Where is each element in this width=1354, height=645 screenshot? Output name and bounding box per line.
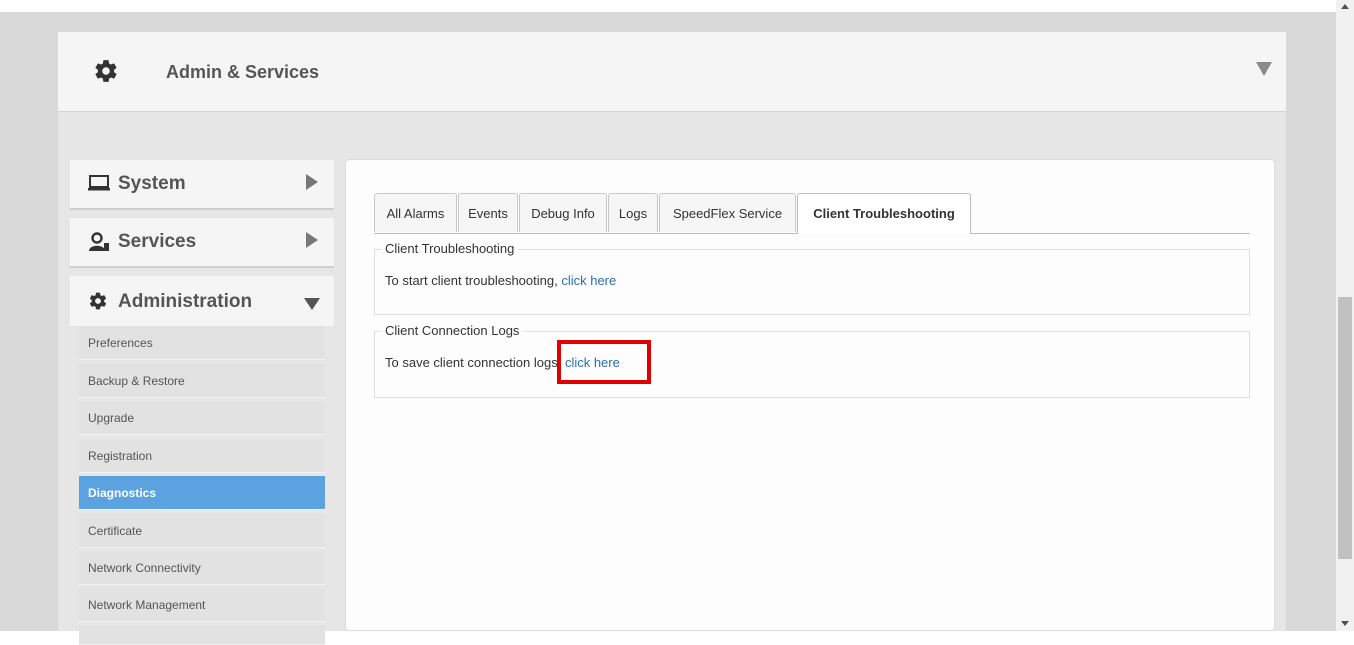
scroll-down-icon[interactable] [1341, 621, 1349, 626]
fieldset-legend: Client Troubleshooting [381, 241, 519, 256]
scroll-up-icon[interactable] [1341, 4, 1349, 9]
sidebar-section-system[interactable]: System [70, 160, 334, 210]
client-connection-logs-fieldset: Client Connection Logs To save client co… [374, 323, 1250, 398]
sidebar-item-certificate[interactable]: Certificate [79, 514, 325, 548]
sidebar-section-label: Administration [118, 291, 253, 312]
sidebar-item-registration[interactable]: Registration [79, 439, 325, 473]
gear-icon [89, 292, 107, 310]
troubleshooting-instruction: To start client troubleshooting, click h… [385, 273, 616, 288]
instruction-text: To start client troubleshooting, [385, 273, 562, 288]
fieldset-legend: Client Connection Logs [381, 323, 524, 338]
tab-debug-info[interactable]: Debug Info [519, 193, 607, 232]
monitor-icon [88, 175, 110, 191]
sidebar-item-network-management[interactable]: Network Management [79, 588, 325, 622]
sidebar-item-preferences[interactable]: Preferences [79, 326, 325, 360]
connection-logs-instruction: To save client connection logs. click he… [385, 355, 620, 370]
sidebar-section-label: Services [118, 231, 197, 252]
instruction-text: To save client connection logs. [385, 355, 565, 370]
tab-logs[interactable]: Logs [608, 193, 658, 232]
tab-client-troubleshooting[interactable]: Client Troubleshooting [797, 193, 971, 234]
sidebar-section-services[interactable]: Services [70, 218, 334, 268]
sidebar-item-backup-restore[interactable]: Backup & Restore [79, 364, 325, 398]
sidebar-item-network-connectivity[interactable]: Network Connectivity [79, 551, 325, 585]
scrollbar-thumb[interactable] [1338, 297, 1352, 559]
chevron-down-icon [304, 298, 320, 310]
sidebar-item-partial [79, 625, 325, 645]
gear-icon [95, 60, 117, 82]
client-troubleshooting-fieldset: Client Troubleshooting To start client t… [374, 241, 1250, 315]
sidebar-item-upgrade[interactable]: Upgrade [79, 401, 325, 435]
chevron-right-icon [306, 174, 318, 190]
collapse-panel-icon[interactable] [1256, 62, 1272, 76]
page-title: Admin & Services [166, 62, 320, 82]
panel-header: Admin & Services [58, 32, 1286, 112]
chevron-right-icon [306, 232, 318, 248]
tab-all-alarms[interactable]: All Alarms [374, 193, 457, 232]
save-connection-logs-link[interactable]: click here [565, 355, 620, 370]
sidebar-section-label: System [118, 173, 186, 194]
tab-events[interactable]: Events [458, 193, 518, 232]
diagnostics-content: All Alarms Events Debug Info Logs SpeedF… [345, 159, 1275, 631]
tab-bar: All Alarms Events Debug Info Logs SpeedF… [374, 193, 1250, 234]
vertical-scrollbar[interactable] [1336, 0, 1354, 631]
sidebar-section-administration[interactable]: Administration [70, 276, 334, 326]
start-troubleshooting-link[interactable]: click here [561, 273, 616, 288]
services-icon [89, 232, 109, 251]
tab-speedflex-service[interactable]: SpeedFlex Service [659, 193, 796, 232]
sidebar-item-diagnostics[interactable]: Diagnostics [79, 476, 325, 510]
